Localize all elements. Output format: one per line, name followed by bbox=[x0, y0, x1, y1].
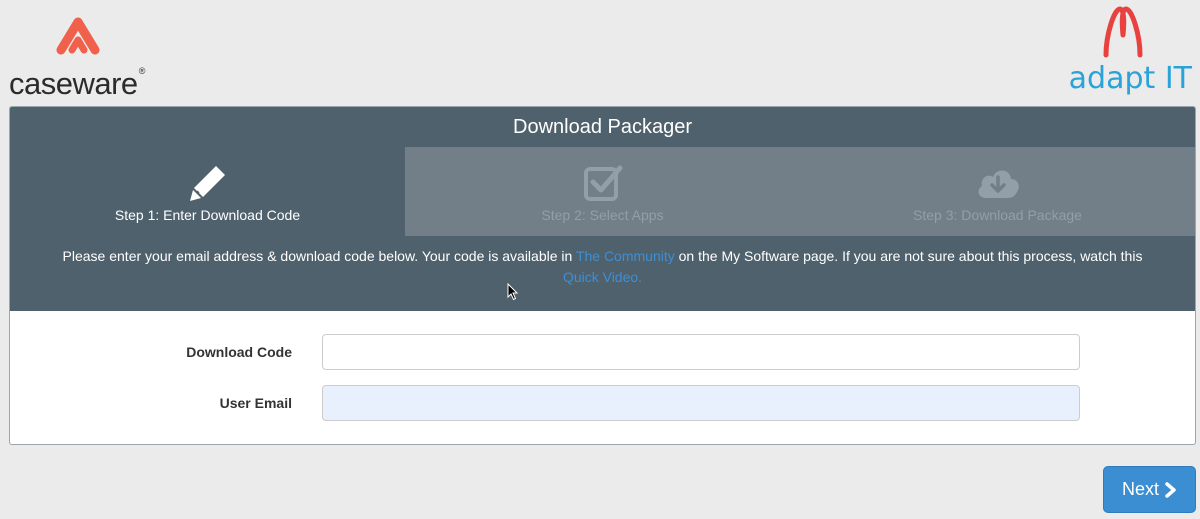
chevron-right-icon bbox=[1165, 481, 1176, 498]
adapt-it-mark-icon bbox=[1103, 6, 1143, 58]
cloud-download-icon bbox=[974, 164, 1022, 202]
page: caseware® adapt IT Download Packager Ste… bbox=[0, 0, 1200, 519]
checkbox-icon bbox=[583, 164, 623, 202]
step-2: Step 2: Select Apps bbox=[405, 147, 800, 236]
user-email-row: User Email bbox=[10, 377, 1195, 428]
download-code-row: Download Code bbox=[10, 326, 1195, 377]
quick-video-link[interactable]: Quick Video. bbox=[563, 269, 642, 285]
step-1: Step 1: Enter Download Code bbox=[10, 147, 405, 236]
step-3: Step 3: Download Package bbox=[800, 147, 1195, 236]
adapt-it-logo: adapt IT bbox=[1052, 5, 1192, 100]
community-link[interactable]: The Community bbox=[576, 248, 675, 264]
caseware-mark-icon bbox=[56, 17, 100, 55]
pencil-icon bbox=[188, 164, 228, 202]
caseware-wordmark: caseware® bbox=[9, 66, 145, 101]
adapt-it-wordmark: adapt IT bbox=[1068, 61, 1192, 96]
mouse-cursor-icon bbox=[507, 283, 519, 301]
next-button-label: Next bbox=[1121, 479, 1159, 499]
download-code-label: Download Code bbox=[186, 343, 292, 360]
user-email-label: User Email bbox=[219, 394, 292, 411]
download-packager-panel: Download Packager Step 1: Enter Download… bbox=[9, 106, 1196, 445]
caseware-logo: caseware® bbox=[9, 8, 159, 101]
step-3-label: Step 3: Download Package bbox=[913, 207, 1082, 223]
download-code-input[interactable] bbox=[322, 333, 1080, 370]
panel-header: Download Packager Step 1: Enter Download… bbox=[10, 107, 1195, 311]
step-2-label: Step 2: Select Apps bbox=[541, 207, 664, 223]
user-email-input[interactable] bbox=[322, 384, 1080, 421]
panel-title: Download Packager bbox=[513, 116, 692, 138]
instructions-text: Please enter your email address & downlo… bbox=[62, 248, 1143, 285]
step-progress: Step 1: Enter Download Code Step 2: Sele… bbox=[10, 147, 1195, 236]
next-button[interactable]: Next bbox=[1103, 466, 1196, 513]
step-1-label: Step 1: Enter Download Code bbox=[114, 207, 301, 223]
download-form: Download Code User Email bbox=[10, 311, 1195, 428]
